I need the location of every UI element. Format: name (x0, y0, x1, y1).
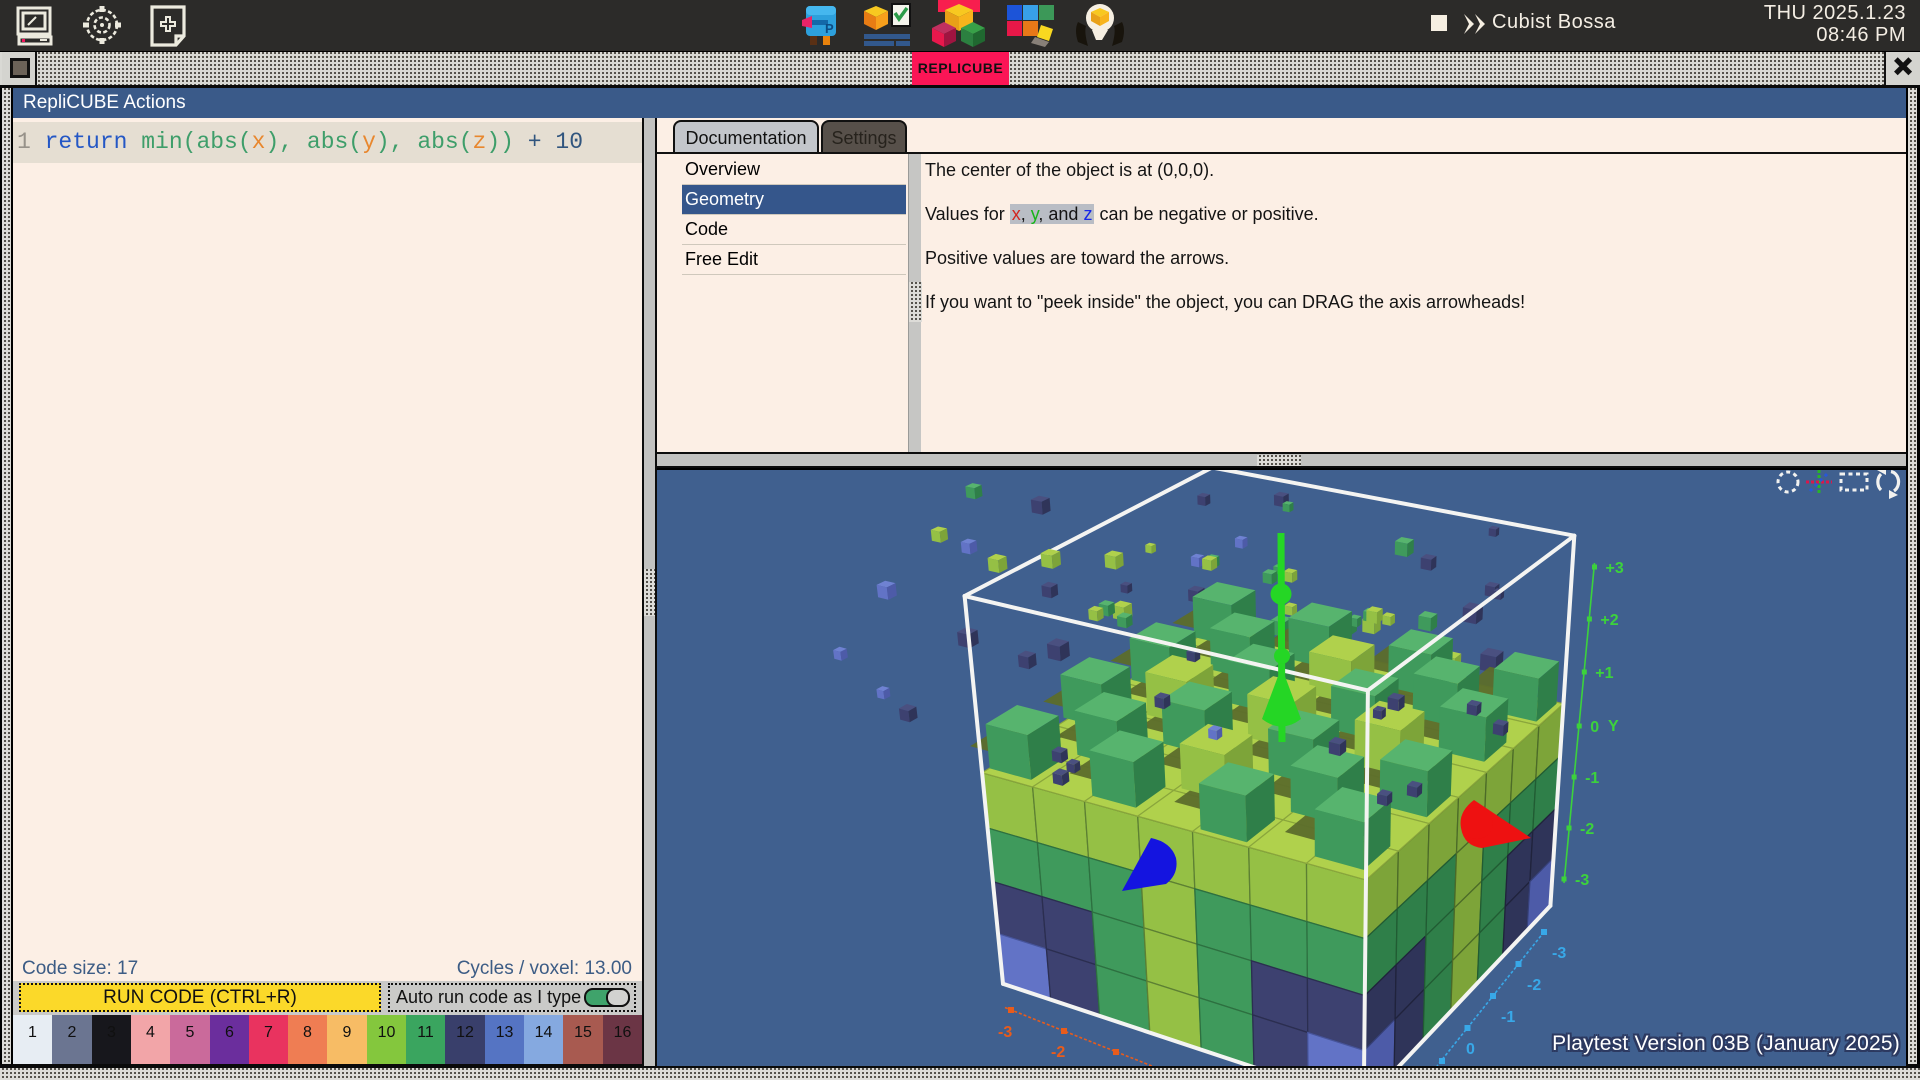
svg-text:P: P (825, 21, 834, 36)
svg-text:-2: -2 (1051, 1044, 1065, 1061)
svg-text:Y: Y (1608, 718, 1619, 735)
svg-text:+3: +3 (1606, 560, 1624, 577)
svg-text:-3: -3 (1575, 872, 1589, 889)
svg-text:-3: -3 (998, 1024, 1012, 1041)
svg-text:+2: +2 (1600, 612, 1618, 629)
svg-text:-3: -3 (1552, 945, 1566, 962)
svg-text:0: 0 (1590, 719, 1599, 736)
svg-text:-1: -1 (1501, 1009, 1515, 1026)
svg-text:+1: +1 (1595, 665, 1613, 682)
svg-text:-1: -1 (1585, 770, 1599, 787)
svg-text:-2: -2 (1527, 977, 1541, 994)
svg-text:-2: -2 (1580, 821, 1594, 838)
